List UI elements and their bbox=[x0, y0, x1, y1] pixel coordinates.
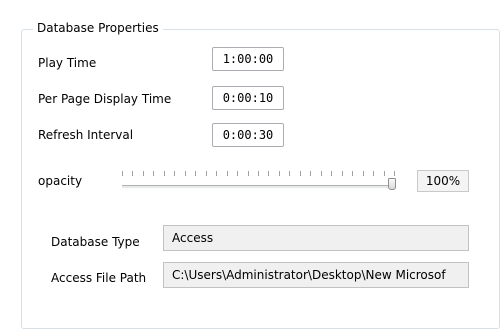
database-type-label: Database Type bbox=[51, 235, 140, 249]
per-page-display-time-input[interactable]: 0:00:10 bbox=[212, 86, 284, 110]
refresh-interval-input[interactable]: 0:00:30 bbox=[212, 123, 284, 147]
access-file-path-label: Access File Path bbox=[51, 271, 147, 285]
access-file-path-field[interactable]: C:\Users\Administrator\Desktop\New Micro… bbox=[163, 262, 469, 288]
opacity-value: 100% bbox=[417, 170, 469, 192]
database-type-field[interactable]: Access bbox=[163, 225, 469, 251]
refresh-interval-label: Refresh Interval bbox=[38, 128, 134, 142]
slider-thumb[interactable] bbox=[388, 178, 396, 190]
opacity-label: opacity bbox=[38, 174, 83, 188]
opacity-slider[interactable] bbox=[122, 168, 407, 194]
group-title: Database Properties bbox=[33, 21, 163, 35]
slider-ticks bbox=[122, 171, 395, 176]
per-page-display-time-label: Per Page Display Time bbox=[38, 92, 172, 106]
play-time-input[interactable]: 1:00:00 bbox=[212, 47, 284, 71]
slider-track bbox=[122, 185, 394, 189]
play-time-label: Play Time bbox=[38, 56, 97, 70]
